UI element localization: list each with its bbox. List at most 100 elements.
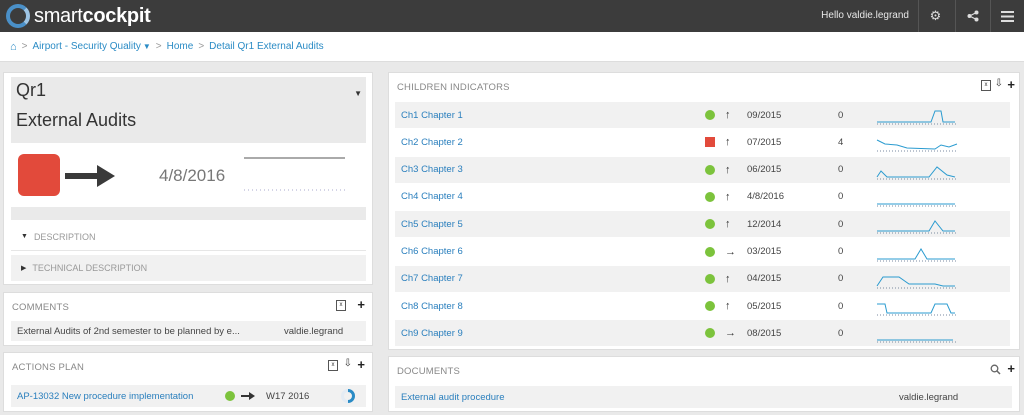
comments-panel: COMMENTS x + External Audits of 2nd seme… [3, 292, 373, 346]
user-greeting[interactable]: Hello valdie.legrand [821, 10, 909, 21]
child-value: 0 [838, 300, 844, 312]
plus-icon: + [1007, 361, 1015, 376]
app-logo[interactable]: smartcockpit [6, 3, 151, 29]
plus-icon: + [357, 297, 365, 312]
arrow-up-icon: ↑ [725, 163, 731, 176]
action-name[interactable]: AP-13032 New procedure implementation [17, 391, 193, 402]
table-row[interactable]: Ch2 Chapter 2 ↑ 07/2015 4 [395, 129, 1010, 155]
child-indicator-link[interactable]: Ch4 Chapter 4 [401, 191, 463, 202]
status-dot-icon [705, 219, 715, 230]
top-bar: smartcockpit Hello valdie.legrand ⚙ [0, 0, 1024, 32]
home-icon[interactable]: ⌂ [10, 41, 17, 53]
child-value: 0 [838, 246, 844, 257]
arrow-right-icon [65, 165, 115, 187]
download-icon[interactable]: ⇩ [995, 78, 1003, 89]
add-document-button[interactable]: + [1007, 361, 1015, 376]
document-row[interactable]: External audit procedure valdie.legrand [395, 386, 1012, 408]
child-sparkline [877, 303, 957, 316]
table-row[interactable]: Ch9 Chapter 9 → 08/2015 0 [395, 320, 1010, 347]
excel-icon[interactable]: x [981, 80, 991, 91]
child-sparkline [877, 110, 957, 125]
arrow-up-icon: ↑ [725, 272, 731, 285]
child-date: 4/8/2016 [747, 191, 784, 203]
actions-plan-panel: ACTIONS PLAN x ⇩ + AP-13032 New procedur… [3, 352, 373, 412]
technical-description-section[interactable]: ▶ TECHNICAL DESCRIPTION [11, 255, 366, 281]
child-date: 06/2015 [747, 164, 782, 176]
comment-row[interactable]: External Audits of 2nd semester to be pl… [11, 321, 366, 341]
table-row[interactable]: Ch5 Chapter 5 ↑ 12/2014 0 [395, 211, 1010, 238]
breadcrumb-home[interactable]: Home [167, 41, 194, 52]
indicator-menu-caret-icon[interactable]: ▼ [354, 89, 362, 98]
child-indicator-link[interactable]: Ch1 Chapter 1 [401, 110, 463, 121]
excel-icon[interactable]: x [336, 300, 346, 311]
status-dot-icon [705, 191, 715, 202]
child-indicator-link[interactable]: Ch6 Chapter 6 [401, 246, 463, 257]
table-row[interactable]: Ch8 Chapter 8 ↑ 05/2015 0 [395, 293, 1010, 319]
status-dot-icon [705, 301, 715, 312]
share-button[interactable] [955, 0, 989, 32]
breadcrumb-airport[interactable]: Airport - Security Quality [33, 41, 141, 52]
child-sparkline [877, 247, 957, 261]
documents-panel: DOCUMENTS + External audit procedure val… [388, 356, 1020, 412]
child-sparkline [876, 165, 957, 180]
technical-description-label: TECHNICAL DESCRIPTION [32, 263, 148, 273]
indicator-header: Qr1 External Audits ▼ [11, 77, 366, 143]
child-indicator-link[interactable]: Ch7 Chapter 7 [401, 273, 463, 284]
child-value: 0 [838, 273, 844, 285]
documents-title: DOCUMENTS [397, 366, 461, 377]
document-name[interactable]: External audit procedure [401, 392, 505, 403]
action-week: W17 2016 [266, 390, 310, 402]
caret-right-icon: ▶ [21, 265, 27, 272]
document-author: valdie.legrand [899, 391, 959, 403]
child-value: 0 [838, 191, 844, 203]
status-dot-icon [705, 164, 715, 175]
comment-author: valdie.legrand [284, 325, 344, 337]
description-section[interactable]: ▼ DESCRIPTION [11, 223, 366, 251]
child-value: 0 [838, 327, 844, 339]
child-indicator-link[interactable]: Ch5 Chapter 5 [401, 219, 463, 230]
add-action-button[interactable]: + [357, 357, 365, 372]
add-child-button[interactable]: + [1007, 77, 1015, 92]
plus-icon: + [1007, 77, 1015, 92]
child-indicator-link[interactable]: Ch9 Chapter 9 [401, 328, 463, 339]
status-square-icon [705, 137, 715, 148]
hamburger-icon [1001, 10, 1014, 22]
child-sparkline [876, 139, 958, 152]
table-row[interactable]: Ch3 Chapter 3 ↑ 06/2015 0 [395, 156, 1010, 183]
indicator-code: Qr1 [16, 80, 47, 100]
arrow-up-icon: ↑ [725, 109, 731, 121]
add-comment-button[interactable]: + [357, 297, 365, 312]
settings-button[interactable]: ⚙ [918, 0, 952, 32]
breadcrumb: ⌂ > Airport - Security Quality ▼ > Home … [0, 32, 1024, 62]
table-row[interactable]: Ch7 Chapter 7 ↑ 04/2015 0 [395, 265, 1010, 292]
search-icon[interactable] [990, 364, 1001, 375]
arrow-up-icon: ↑ [725, 218, 731, 231]
indicator-panel: Qr1 External Audits ▼ 4/8/2016 ▼ DESCRIP… [3, 72, 373, 285]
action-row[interactable]: AP-13032 New procedure implementation W1… [11, 385, 366, 407]
plus-icon: + [357, 357, 365, 372]
logo-ring-icon [6, 4, 30, 28]
table-row[interactable]: Ch1 Chapter 1 ↑ 09/2015 0 [395, 102, 1010, 128]
status-dot-icon [705, 328, 715, 339]
indicator-title: External Audits [16, 110, 137, 130]
menu-button[interactable] [990, 0, 1024, 32]
table-row[interactable]: Ch6 Chapter 6 → 03/2015 0 [395, 239, 1010, 265]
child-indicator-link[interactable]: Ch2 Chapter 2 [401, 137, 463, 148]
caret-down-icon[interactable]: ▼ [143, 42, 151, 51]
download-icon[interactable]: ⇩ [344, 358, 352, 369]
child-value: 0 [838, 218, 844, 230]
table-row[interactable]: Ch4 Chapter 4 ↑ 4/8/2016 0 [395, 184, 1010, 210]
child-indicator-link[interactable]: Ch3 Chapter 3 [401, 164, 463, 175]
arrow-up-icon: ↑ [725, 190, 731, 203]
breadcrumb-current[interactable]: Detail Qr1 External Audits [209, 41, 324, 52]
child-sparkline [877, 220, 957, 234]
excel-icon[interactable]: x [328, 360, 338, 371]
caret-down-icon: ▼ [21, 233, 28, 240]
logo-text: smartcockpit [34, 4, 151, 27]
child-indicator-link[interactable]: Ch8 Chapter 8 [401, 301, 463, 312]
comment-text: External Audits of 2nd semester to be pl… [17, 325, 240, 337]
status-dot [225, 391, 235, 401]
status-dot-icon [705, 246, 715, 257]
indicator-sparkline [244, 157, 345, 191]
children-title: CHILDREN INDICATORS [397, 82, 510, 93]
